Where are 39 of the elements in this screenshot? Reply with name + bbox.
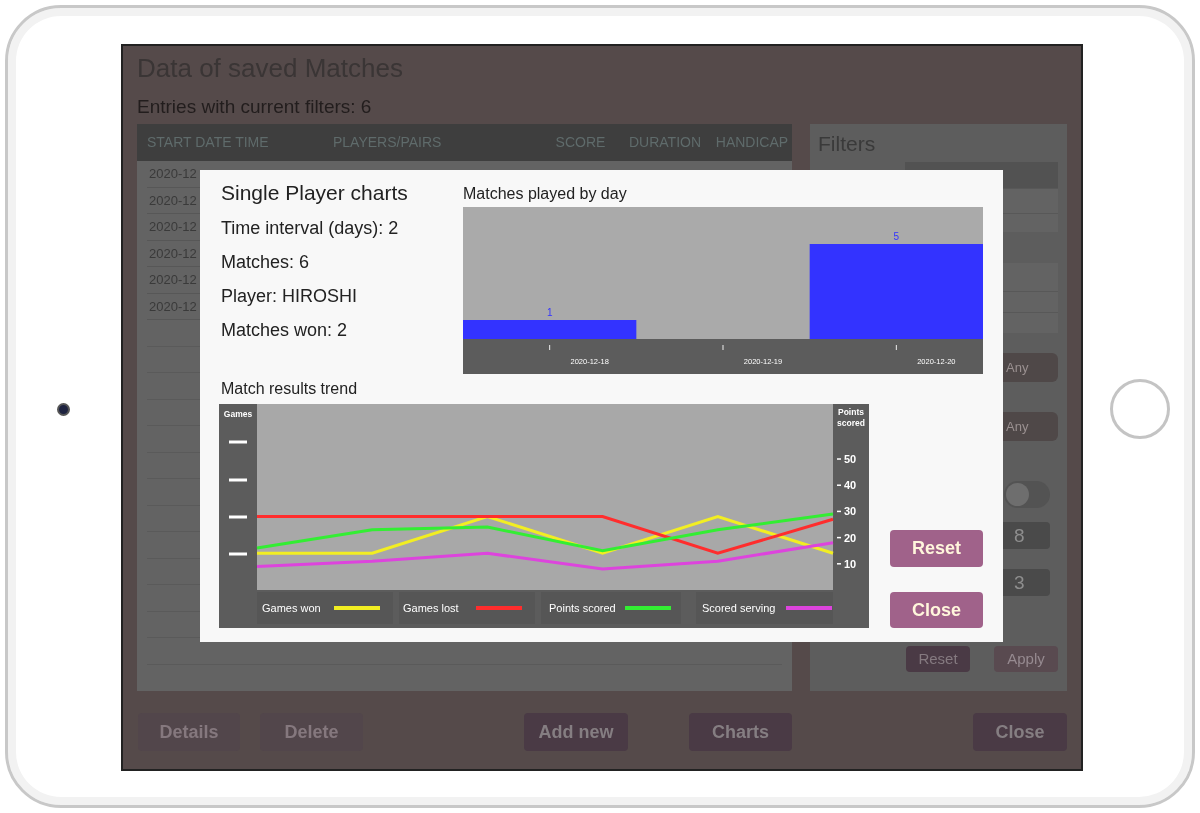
dialog-button[interactable]: Reset (890, 530, 983, 567)
axis-label: 40 (844, 479, 857, 492)
tick-mark (229, 552, 247, 556)
tick-mark (836, 510, 842, 513)
chart-title: Matches played by day (463, 184, 627, 204)
dialog-title: Single Player charts (221, 180, 408, 206)
bar-label: 1 (546, 307, 553, 318)
toggle-switch[interactable] (1004, 481, 1050, 508)
tick-mark (836, 563, 842, 565)
axis-label: 30 (844, 505, 857, 518)
tick-mark (895, 344, 897, 351)
legend-label: Games lost (403, 602, 459, 614)
stat-text: Matches: 6 (221, 251, 310, 274)
tick-mark (722, 344, 724, 351)
tick-mark (229, 515, 247, 519)
axis-title: Games (223, 409, 253, 419)
axis-label: 50 (844, 453, 857, 465)
legend-label: Points scored (549, 602, 616, 614)
toolbar-button[interactable]: Add new (524, 713, 628, 751)
axis-label: 20 (844, 531, 857, 544)
dialog-button[interactable]: Close (890, 592, 983, 628)
stat-text: Matches won: 2 (221, 319, 348, 342)
toolbar-button[interactable]: Charts (689, 713, 792, 751)
tick-mark (229, 478, 247, 482)
stat-text: Player: HIROSHI (221, 285, 358, 308)
legend-label: Games won (262, 602, 321, 614)
tick-mark (836, 484, 842, 486)
stat-text: Time interval (days): 2 (221, 217, 399, 240)
axis-title: Points scored (837, 407, 865, 428)
toolbar-button[interactable]: Close (973, 713, 1067, 751)
tick-mark (549, 344, 551, 351)
axis-label: 10 (844, 557, 857, 570)
tick-mark (229, 440, 247, 444)
filter-button[interactable]: Reset (906, 646, 970, 672)
tick-mark (836, 536, 842, 539)
tick-mark (836, 458, 842, 460)
chart-title: Match results trend (220, 379, 358, 399)
legend-label: Scored serving (702, 602, 776, 614)
bar-label: 5 (893, 231, 900, 242)
